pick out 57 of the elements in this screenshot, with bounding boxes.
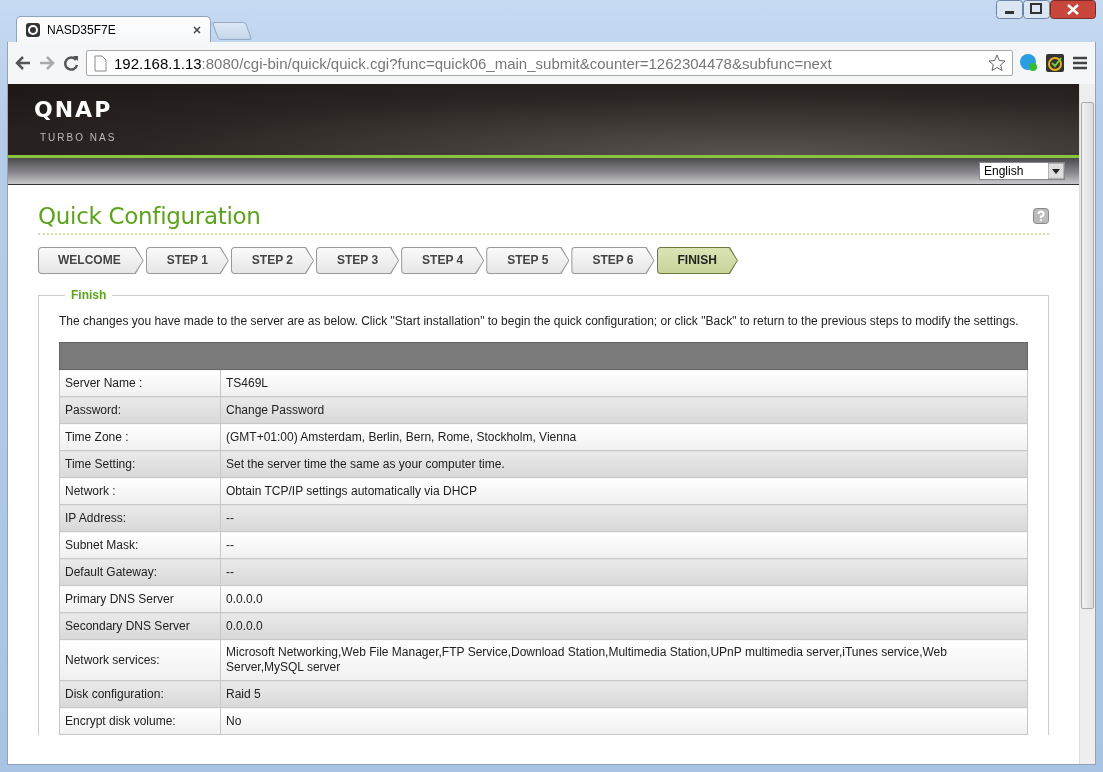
table-cell: Time Zone :: [59, 423, 221, 451]
menu-icon[interactable]: [1071, 54, 1089, 72]
table-cell: No: [220, 707, 1028, 735]
table-cell: Change Password: [220, 396, 1028, 424]
logo-subtitle: TURBO NAS: [40, 131, 118, 143]
page-title: Quick Configuration: [38, 203, 261, 229]
step-tab[interactable]: STEP 5: [486, 247, 570, 274]
dropdown-icon[interactable]: [1048, 163, 1064, 179]
step-tab[interactable]: STEP 4: [401, 247, 485, 274]
extension-icon[interactable]: [1045, 53, 1065, 73]
step-tab[interactable]: STEP 3: [315, 247, 400, 274]
table-cell: Secondary DNS Server: [59, 612, 221, 640]
table-cell: 0.0.0.0: [220, 612, 1028, 640]
table-cell: Time Setting:: [59, 450, 221, 478]
scrollbar[interactable]: [1079, 84, 1095, 764]
section-title: Finish: [70, 288, 108, 302]
table-cell: IP Address:: [59, 504, 221, 532]
reload-icon[interactable]: [62, 54, 80, 72]
table-cell: --: [220, 531, 1028, 559]
table-cell: Password:: [59, 396, 221, 424]
back-icon[interactable]: [14, 54, 32, 72]
table-cell: Network :: [59, 477, 221, 505]
maximize-icon[interactable]: [1023, 0, 1050, 19]
tab-title: NASD35F7E: [47, 22, 117, 37]
table-cell: Network services:: [59, 639, 221, 681]
minimize-icon[interactable]: [996, 0, 1023, 19]
help-icon[interactable]: [1033, 208, 1049, 224]
star-icon[interactable]: [988, 54, 1006, 72]
table-cell: (GMT+01:00) Amsterdam, Berlin, Bern, Rome, Stockholm, Vienna: [220, 423, 1028, 451]
step-tab[interactable]: FINISH: [656, 247, 738, 274]
table-cell: Raid 5: [220, 680, 1028, 708]
page-icon: [93, 54, 108, 72]
table-cell: Primary DNS Server: [59, 585, 221, 613]
table-cell: Server Name :: [59, 369, 221, 397]
step-tab[interactable]: STEP 2: [230, 247, 314, 274]
step-tab[interactable]: STEP 6: [571, 247, 655, 274]
table-cell: Microsoft Networking,Web File Manager,FTP Service,Download Station,Multimedia Station,UPnP multimedia server,iTunes service,Web Server,MySQL server: [220, 639, 1028, 681]
language-select[interactable]: English: [979, 162, 1065, 180]
table-cell: Set the server time the same as your computer time.: [220, 450, 1028, 478]
table-cell: TS469L: [220, 369, 1028, 397]
close-icon[interactable]: [192, 24, 202, 35]
intro-text: The changes you have made to the server are as below. Click "Start installation" to begin the quick configuration; or click "Back" to return to the previous steps to modify the settings.: [59, 313, 1020, 330]
table-cell: --: [220, 504, 1028, 532]
address-bar[interactable]: 192.168.1.13:8080/cgi-bin/quick/quick.cgi?func=quick06_main_submit&counter=1262304478&subfunc=next: [86, 50, 1013, 76]
table-cell: Subnet Mask:: [59, 531, 221, 559]
table-cell: Disk configuration:: [59, 680, 221, 708]
table-cell: 0.0.0.0: [220, 585, 1028, 613]
step-tab[interactable]: WELCOME: [38, 247, 144, 274]
logo: QNAP: [34, 96, 114, 122]
step-tab[interactable]: STEP 1: [145, 247, 229, 274]
table-cell: --: [220, 558, 1028, 586]
table-cell: Encrypt disk volume:: [59, 707, 221, 735]
table-cell: Obtain TCP/IP settings automatically via DHCP: [220, 477, 1028, 505]
table-cell: Default Gateway:: [59, 558, 221, 586]
close-icon[interactable]: [1050, 0, 1096, 19]
browser-tab[interactable]: NASD35F7E: [16, 16, 211, 42]
tab-favicon-icon: [25, 21, 41, 38]
